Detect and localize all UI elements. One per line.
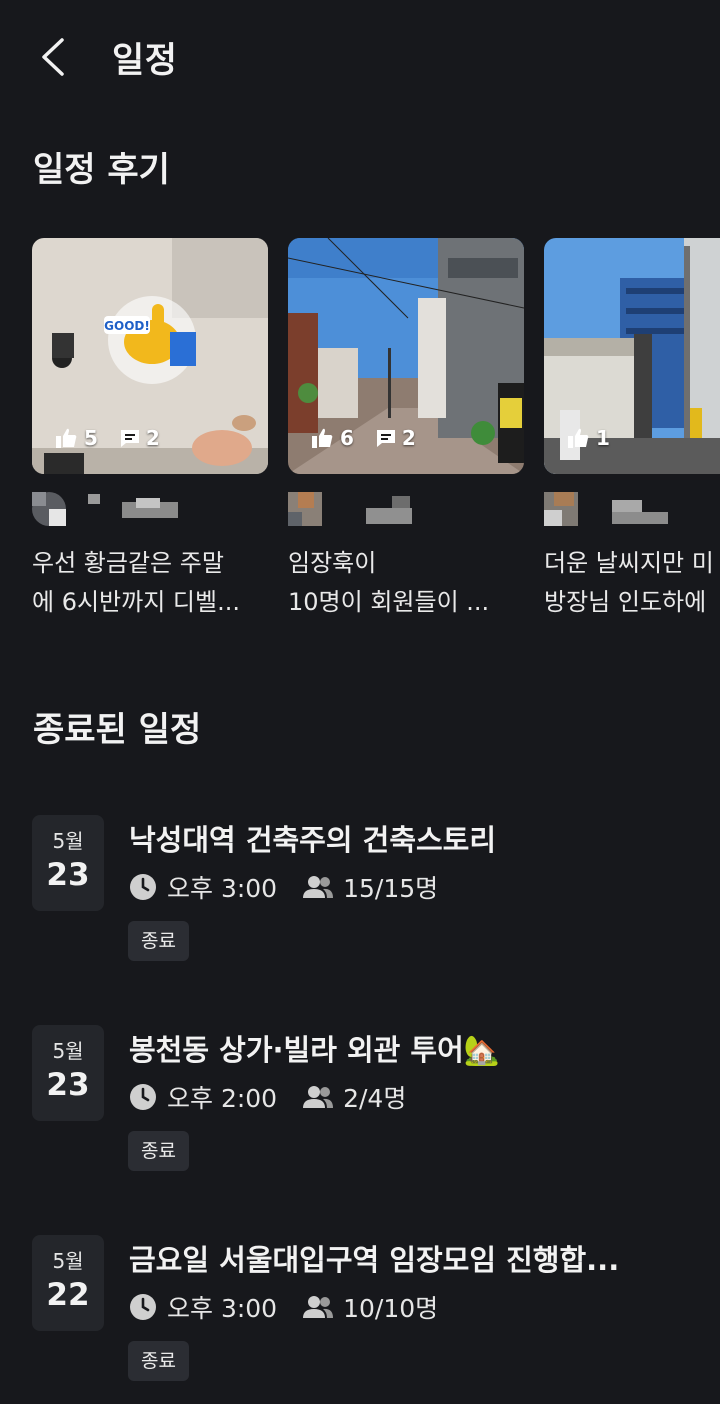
status-badge: 종료 (128, 1131, 189, 1171)
comment-icon (376, 430, 395, 447)
review-thumbnail: GOOD! 5 2 (32, 238, 268, 474)
like-count: 5 (84, 426, 98, 450)
event-meta: 오후 3:00 15/15명 (129, 869, 438, 905)
review-stats: 1 (568, 426, 610, 450)
event-month: 5월 (52, 1039, 84, 1063)
event-item[interactable]: 5월 23 낙성대역 건축주의 건축스토리 오후 3:00 15/15명 종료 (0, 815, 720, 975)
review-carousel[interactable]: GOOD! 5 2 우선 황금같은 주말 에 6시반까지 디벨... 6 2 임… (0, 238, 720, 638)
comment-count: 2 (401, 426, 416, 450)
review-text: 임장훅이 10명이 회원들이 ... (288, 549, 490, 616)
like-count: 6 (340, 426, 354, 450)
event-time: 오후 3:00 (167, 1294, 278, 1323)
status-badge: 종료 (128, 921, 189, 961)
event-title: 금요일 서울대입구역 임장모임 진행합... (129, 1243, 620, 1277)
event-time: 오후 2:00 (167, 1084, 278, 1113)
people-icon (303, 1296, 334, 1318)
event-month: 5월 (52, 829, 84, 853)
event-title: 낙성대역 건축주의 건축스토리 (129, 823, 497, 857)
review-card[interactable]: 6 2 임장훅이 10명이 회원들이 ... (288, 238, 524, 616)
clock-icon (130, 1084, 156, 1110)
event-item[interactable]: 5월 23 봉천동 상가·빌라 외관 투어🏡 오후 2:00 2/4명 종료 (0, 1025, 720, 1185)
event-date: 5월 22 (32, 1235, 104, 1331)
page-title: 일정 (112, 41, 178, 81)
reviews-section-title: 일정 후기 (33, 150, 170, 190)
review-card[interactable]: 1 더운 날씨지만 미 방장님 인도하에 (544, 238, 720, 616)
event-date: 5월 23 (32, 815, 104, 911)
like-count: 1 (596, 426, 610, 450)
review-thumbnail: 6 2 (288, 238, 524, 474)
thumbs-up-icon (56, 428, 77, 448)
review-stats: 5 2 (56, 426, 160, 450)
app-header: 일정 (0, 0, 720, 112)
people-icon (303, 876, 334, 898)
clock-icon (130, 1294, 156, 1320)
event-day: 23 (46, 1067, 90, 1103)
review-text: 더운 날씨지만 미 방장님 인도하에 (544, 549, 714, 616)
clock-icon (130, 874, 156, 900)
event-members: 10/10명 (343, 1294, 439, 1323)
back-arrow-icon (42, 38, 64, 76)
thumbs-up-icon (312, 428, 333, 448)
event-day: 23 (46, 857, 90, 893)
event-meta: 오후 3:00 10/10명 (129, 1289, 438, 1325)
event-day: 22 (46, 1277, 90, 1313)
event-time: 오후 3:00 (167, 874, 278, 903)
event-month: 5월 (52, 1249, 84, 1273)
review-card[interactable]: GOOD! 5 2 우선 황금같은 주말 에 6시반까지 디벨... (32, 238, 268, 616)
ended-section-title: 종료된 일정 (33, 710, 202, 750)
comment-count: 2 (145, 426, 160, 450)
review-text: 우선 황금같은 주말 에 6시반까지 디벨... (32, 549, 240, 616)
event-members: 15/15명 (343, 874, 439, 903)
comment-icon (120, 430, 139, 447)
status-badge: 종료 (128, 1341, 189, 1381)
author-avatar-name (288, 492, 488, 526)
people-icon (303, 1086, 334, 1108)
svg-text:GOOD!: GOOD! (104, 319, 150, 333)
thumbs-up-icon (568, 428, 589, 448)
author-avatar-name (544, 492, 720, 526)
event-meta: 오후 2:00 2/4명 (129, 1079, 406, 1115)
event-title: 봉천동 상가·빌라 외관 투어🏡 (129, 1033, 500, 1067)
event-item[interactable]: 5월 22 금요일 서울대입구역 임장모임 진행합... 오후 3:00 10/… (0, 1235, 720, 1395)
review-thumbnail: 1 (544, 238, 720, 474)
author-avatar-name (32, 492, 232, 526)
event-date: 5월 23 (32, 1025, 104, 1121)
event-members: 2/4명 (343, 1084, 407, 1113)
review-stats: 6 2 (312, 426, 416, 450)
back-button[interactable] (30, 30, 82, 82)
